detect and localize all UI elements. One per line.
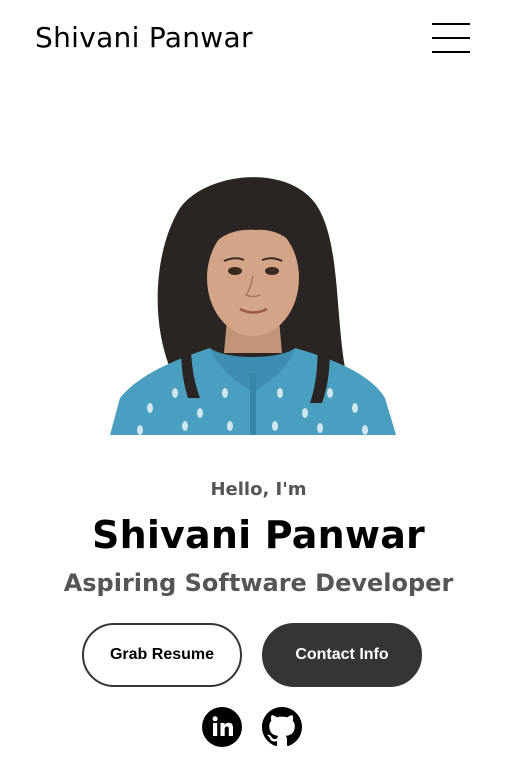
hamburger-line-bottom xyxy=(432,51,470,53)
hamburger-line-middle xyxy=(432,37,470,39)
linkedin-icon[interactable] xyxy=(202,707,242,747)
grab-resume-button[interactable]: Grab Resume xyxy=(82,623,242,687)
greeting-text: Hello, I'm xyxy=(210,479,307,500)
profile-photo-illustration xyxy=(110,177,396,435)
hamburger-line-top xyxy=(432,23,470,25)
hero-name: Shivani Panwar xyxy=(92,513,425,557)
hero-title: Aspiring Software Developer xyxy=(63,569,454,597)
linkedin-icon-graphic xyxy=(202,707,242,747)
github-icon[interactable] xyxy=(262,707,302,747)
site-logo[interactable]: Shivani Panwar xyxy=(35,20,253,56)
github-icon-graphic xyxy=(262,707,302,747)
profile-photo xyxy=(110,168,396,435)
site-header: Shivani Panwar xyxy=(0,0,517,80)
contact-info-button[interactable]: Contact Info xyxy=(262,623,422,687)
hamburger-menu-icon[interactable] xyxy=(432,23,470,54)
